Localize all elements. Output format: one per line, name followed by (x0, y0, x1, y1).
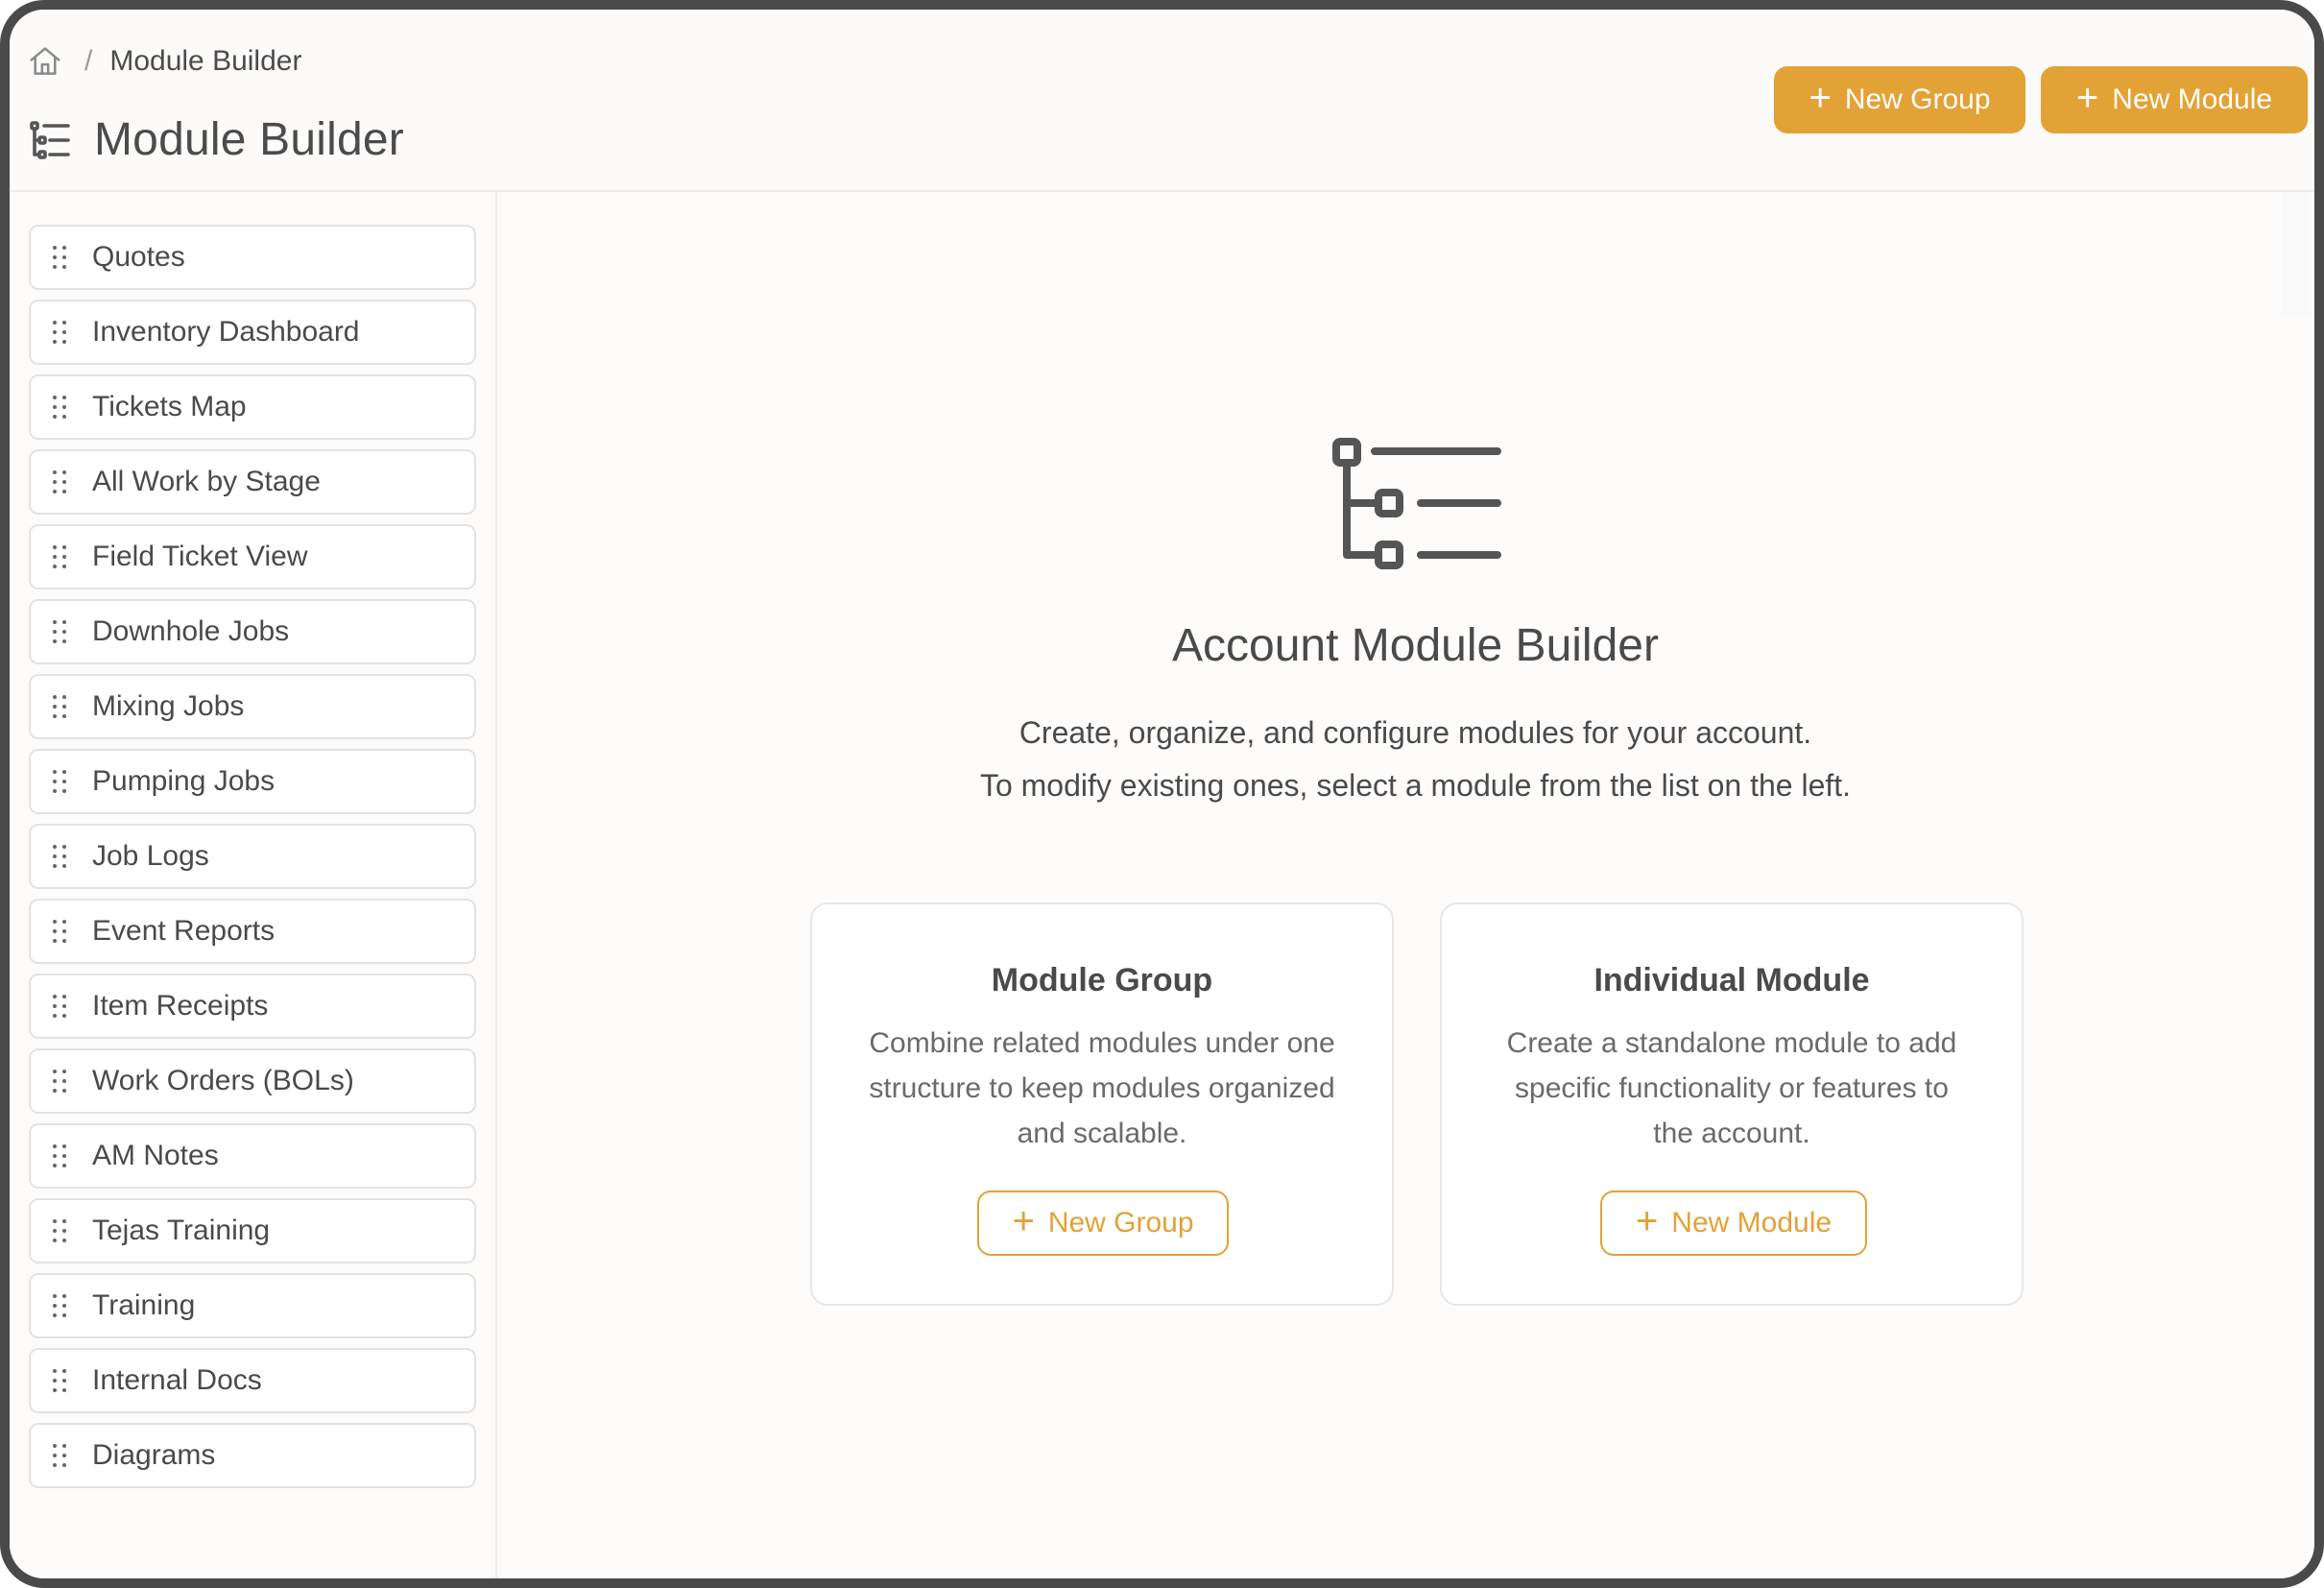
sidebar-item-label: Diagrams (92, 1439, 216, 1471)
drag-handle-icon[interactable] (52, 994, 67, 1019)
sidebar-item-inventory-dashboard[interactable]: Inventory Dashboard (29, 300, 476, 365)
page-header: / Module Builder Module Builder + New Gr… (10, 10, 2314, 192)
sidebar-item-label: Tickets Map (92, 391, 247, 422)
sidebar-item-label: Downhole Jobs (92, 615, 290, 647)
sidebar-item-field-ticket-view[interactable]: Field Ticket View (29, 524, 476, 589)
title-row: Module Builder (27, 113, 404, 166)
sidebar-item-label: All Work by Stage (92, 466, 321, 497)
plus-icon: + (1809, 77, 1832, 119)
drag-handle-icon[interactable] (52, 395, 67, 420)
sidebar-item-label: Field Ticket View (92, 541, 308, 572)
sidebar-item-job-logs[interactable]: Job Logs (29, 824, 476, 889)
drag-handle-icon[interactable] (52, 694, 67, 719)
sidebar-item-label: Internal Docs (92, 1364, 262, 1396)
main-content: Account Module Builder Create, organize,… (497, 192, 2314, 1578)
card-description: Combine related modules under one (869, 1027, 1335, 1059)
app-window: / Module Builder Module Builder + New Gr… (0, 0, 2324, 1588)
sidebar-item-label: AM Notes (92, 1140, 219, 1171)
sidebar-item-label: Training (92, 1289, 196, 1321)
sidebar-item-label: Quotes (92, 241, 185, 273)
sidebar-item-all-work-by-stage[interactable]: All Work by Stage (29, 449, 476, 515)
sidebar-item-label: Mixing Jobs (92, 690, 245, 722)
sidebar-item-tejas-training[interactable]: Tejas Training (29, 1198, 476, 1263)
sidebar-item-label: Item Receipts (92, 990, 269, 1022)
drag-handle-icon[interactable] (52, 1293, 67, 1318)
sidebar-item-tickets-map[interactable]: Tickets Map (29, 374, 476, 440)
sidebar-item-quotes[interactable]: Quotes (29, 225, 476, 290)
sidebar-item-internal-docs[interactable]: Internal Docs (29, 1348, 476, 1413)
new-group-label: New Group (1844, 84, 1991, 115)
plus-icon: + (1012, 1200, 1035, 1242)
home-icon[interactable] (27, 43, 63, 80)
card-description: the account. (1653, 1118, 1810, 1149)
drag-handle-icon[interactable] (52, 619, 67, 644)
drag-handle-icon[interactable] (52, 844, 67, 869)
drag-handle-icon[interactable] (52, 320, 67, 345)
card-description: specific functionality or features to (1515, 1072, 1949, 1104)
breadcrumb-current: Module Builder (109, 45, 302, 77)
sidebar-item-event-reports[interactable]: Event Reports (29, 899, 476, 964)
hero-description: To modify existing ones, select a module… (979, 768, 1852, 803)
new-module-label: New Module (2112, 84, 2273, 115)
sidebar-item-diagrams[interactable]: Diagrams (29, 1423, 476, 1488)
plus-icon: + (2075, 77, 2099, 119)
drag-handle-icon[interactable] (52, 1443, 67, 1468)
sidebar-item-label: Pumping Jobs (92, 765, 276, 797)
sidebar-item-label: Inventory Dashboard (92, 316, 360, 348)
drag-handle-icon[interactable] (52, 1069, 67, 1094)
individual-module-card: Individual Module Create a standalone mo… (1440, 902, 2024, 1306)
drag-handle-icon[interactable] (52, 1368, 67, 1393)
sidebar-item-label: Work Orders (BOLs) (92, 1065, 354, 1096)
drag-handle-icon[interactable] (52, 769, 67, 794)
new-module-button[interactable]: + New Module (2041, 66, 2308, 133)
card-button-label: New Module (1671, 1207, 1833, 1239)
drag-handle-icon[interactable] (52, 1143, 67, 1168)
card-description: and scalable. (1017, 1118, 1187, 1149)
card-new-module-button[interactable]: + New Module (1600, 1191, 1867, 1256)
drag-handle-icon[interactable] (52, 919, 67, 944)
module-tree-icon (1327, 422, 1519, 614)
module-sidebar: Quotes Inventory Dashboard Tickets Map A… (10, 192, 497, 1578)
card-new-group-button[interactable]: + New Group (977, 1191, 1229, 1256)
new-group-button[interactable]: + New Group (1774, 66, 2025, 133)
card-title: Individual Module (1593, 962, 1870, 999)
sidebar-item-label: Tejas Training (92, 1215, 271, 1246)
hero-description: Create, organize, and configure modules … (1018, 715, 1812, 750)
hero-title: Account Module Builder (1172, 620, 1659, 671)
breadcrumb-separator: / (84, 45, 93, 77)
plus-icon: + (1635, 1200, 1659, 1242)
page-title: Module Builder (94, 114, 404, 165)
drag-handle-icon[interactable] (52, 245, 67, 270)
sidebar-item-mixing-jobs[interactable]: Mixing Jobs (29, 674, 476, 739)
module-tree-icon (27, 117, 73, 163)
drag-handle-icon[interactable] (52, 469, 67, 494)
card-description: structure to keep modules organized (869, 1072, 1335, 1104)
sidebar-item-work-orders[interactable]: Work Orders (BOLs) (29, 1048, 476, 1114)
card-button-label: New Group (1047, 1207, 1194, 1239)
card-description: Create a standalone module to add (1506, 1027, 1957, 1059)
drag-handle-icon[interactable] (52, 1218, 67, 1243)
sidebar-item-training[interactable]: Training (29, 1273, 476, 1338)
sidebar-item-label: Event Reports (92, 915, 276, 947)
scrollbar-track[interactable] (2282, 192, 2311, 317)
sidebar-item-downhole-jobs[interactable]: Downhole Jobs (29, 599, 476, 664)
drag-handle-icon[interactable] (52, 544, 67, 569)
breadcrumb: / Module Builder (27, 36, 301, 86)
module-group-card: Module Group Combine related modules und… (810, 902, 1394, 1306)
card-title: Module Group (991, 962, 1213, 999)
sidebar-item-label: Job Logs (92, 840, 209, 872)
sidebar-item-item-receipts[interactable]: Item Receipts (29, 974, 476, 1039)
sidebar-item-am-notes[interactable]: AM Notes (29, 1123, 476, 1189)
sidebar-item-pumping-jobs[interactable]: Pumping Jobs (29, 749, 476, 814)
